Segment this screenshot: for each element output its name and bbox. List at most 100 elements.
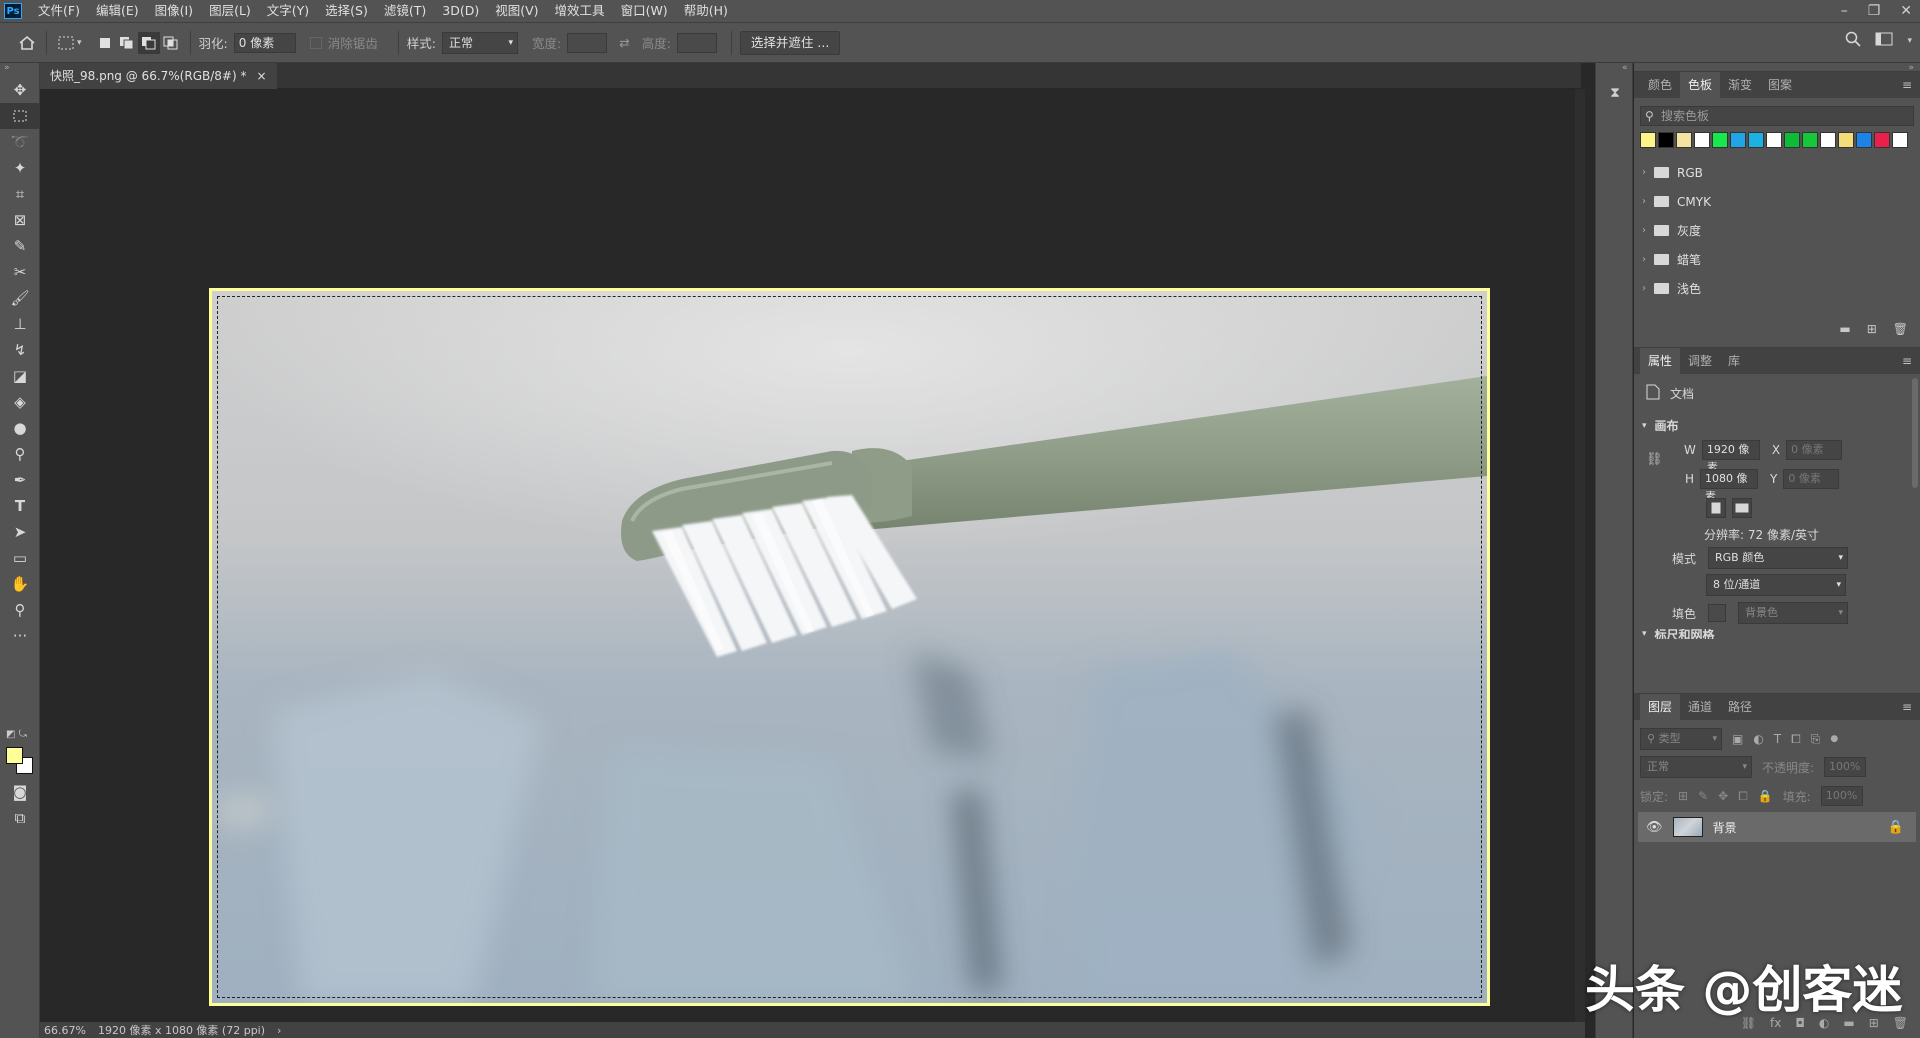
intersect-selection-icon[interactable] xyxy=(160,32,182,54)
lock-artboard-icon[interactable]: ⧠ xyxy=(1738,789,1748,804)
default-colors-icon[interactable]: ◩ ⤿ xyxy=(6,729,27,740)
add-selection-icon[interactable] xyxy=(116,32,138,54)
move-tool-icon[interactable]: ✥ xyxy=(0,77,40,103)
panel-menu-icon[interactable]: ≡ xyxy=(1902,78,1912,92)
tab-patterns[interactable]: 图案 xyxy=(1760,72,1800,98)
menu-item[interactable]: 帮助(H) xyxy=(676,0,736,22)
tab-paths[interactable]: 路径 xyxy=(1720,694,1760,720)
new-swatch-icon[interactable]: ⊞ xyxy=(1867,322,1877,336)
search-icon[interactable] xyxy=(1845,31,1862,50)
swatch-group-row[interactable]: › CMYK xyxy=(1634,187,1920,216)
properties-scrollbar[interactable] xyxy=(1912,378,1918,488)
feather-input[interactable]: 0 像素 xyxy=(233,32,296,53)
style-select[interactable]: 正常 ▾ xyxy=(441,31,518,54)
blend-mode-select[interactable]: 正常 ▾ xyxy=(1640,756,1752,778)
menu-item[interactable]: 文字(Y) xyxy=(259,0,317,22)
menu-item[interactable]: 滤镜(T) xyxy=(376,0,434,22)
tab-color[interactable]: 颜色 xyxy=(1640,72,1680,98)
dodge-tool-icon[interactable]: ⚲ xyxy=(0,441,40,467)
zoom-level[interactable]: 66.67% xyxy=(44,1024,86,1037)
chevron-right-icon[interactable]: › xyxy=(1642,167,1646,178)
path-selection-tool-icon[interactable]: ➤ xyxy=(0,519,40,545)
home-icon[interactable] xyxy=(16,32,38,54)
history-brush-tool-icon[interactable]: ↯ xyxy=(0,337,40,363)
document-tab[interactable]: 快照_98.png @ 66.7%(RGB/8#) * × xyxy=(40,63,277,89)
color-swatch[interactable] xyxy=(1820,132,1836,148)
chevron-right-icon[interactable]: › xyxy=(1642,196,1646,207)
swatch-group-row[interactable]: › 蜡笔 xyxy=(1634,245,1920,274)
color-swatch[interactable] xyxy=(1694,132,1710,148)
blur-tool-icon[interactable]: ● xyxy=(0,415,40,441)
subtract-selection-icon[interactable] xyxy=(137,31,160,54)
tab-properties[interactable]: 属性 xyxy=(1640,348,1681,374)
layer-lock-icon[interactable]: 🔒 xyxy=(1888,820,1904,835)
history-panel-icon[interactable]: ⧗ xyxy=(1605,85,1625,105)
new-group-icon[interactable]: ▬ xyxy=(1839,322,1850,336)
color-swatch[interactable] xyxy=(1802,132,1818,148)
color-swatch[interactable] xyxy=(1856,132,1872,148)
clone-stamp-tool-icon[interactable]: ⊥ xyxy=(0,311,40,337)
menu-item[interactable]: 图层(L) xyxy=(201,0,259,22)
crop-tool-icon[interactable]: ⌗ xyxy=(0,181,40,207)
paint-bucket-tool-icon[interactable]: ◈ xyxy=(0,389,40,415)
swap-icon[interactable]: ⇄ xyxy=(619,35,629,50)
color-swatch[interactable] xyxy=(1838,132,1854,148)
canvas-section-header[interactable]: ▾ 画布 xyxy=(1634,403,1920,434)
pen-tool-icon[interactable]: ✒ xyxy=(0,467,40,493)
antialias-checkbox[interactable] xyxy=(309,36,322,49)
color-swatch[interactable] xyxy=(1658,132,1674,148)
workspace-icon[interactable] xyxy=(1875,32,1893,49)
portrait-icon[interactable] xyxy=(1706,498,1726,518)
zoom-tool-icon[interactable]: ⚲ xyxy=(0,597,40,623)
color-mode-select[interactable]: RGB 颜色 ▾ xyxy=(1708,547,1849,569)
collapse-toolbar-icon[interactable]: » xyxy=(0,63,39,77)
type-filter-icon[interactable]: T xyxy=(1774,732,1781,746)
color-swatch[interactable] xyxy=(1874,132,1890,148)
canvas-width-field[interactable]: 1920 像素 xyxy=(1701,440,1760,474)
brush-tool-icon[interactable]: 🖌 xyxy=(0,285,40,311)
lock-all-icon[interactable]: 🔒 xyxy=(1758,789,1773,803)
more-tools-icon[interactable]: ··· xyxy=(0,623,40,649)
canvas-x-field[interactable]: 0 像素 xyxy=(1786,440,1843,460)
filter-toggle-icon[interactable]: ● xyxy=(1830,734,1838,744)
canvas-area[interactable] xyxy=(40,89,1575,1022)
canvas-vertical-scrollbar[interactable] xyxy=(1575,89,1585,1022)
tab-gradients[interactable]: 渐变 xyxy=(1720,72,1760,98)
chevron-right-icon[interactable]: › xyxy=(1642,283,1646,294)
screen-mode-icon[interactable]: ⧉ xyxy=(0,805,40,831)
new-selection-icon[interactable] xyxy=(94,32,116,54)
canvas-height-field[interactable]: 1080 像素 xyxy=(1700,469,1759,503)
minimize-icon[interactable]: – xyxy=(1841,3,1848,19)
lock-pixels-icon[interactable]: ✎ xyxy=(1698,789,1708,803)
color-swatch[interactable] xyxy=(1784,132,1800,148)
smart-object-filter-icon[interactable]: ⎘ xyxy=(1811,732,1821,747)
healing-brush-tool-icon[interactable]: ✂ xyxy=(0,259,40,285)
pixel-filter-icon[interactable]: ▣ xyxy=(1732,732,1743,746)
adjustment-filter-icon[interactable]: ◐ xyxy=(1753,732,1763,746)
swatch-search-input[interactable]: ⚲ 搜索色板 xyxy=(1640,106,1914,126)
landscape-icon[interactable] xyxy=(1732,498,1752,518)
rectangle-tool-icon[interactable]: ▭ xyxy=(0,545,40,571)
chevron-down-icon[interactable]: ▾ xyxy=(77,38,82,48)
menu-item[interactable]: 窗口(W) xyxy=(613,0,676,22)
rect-marquee-tool-icon[interactable] xyxy=(0,103,40,129)
restore-icon[interactable]: ❐ xyxy=(1868,3,1881,19)
color-swatch[interactable] xyxy=(1712,132,1728,148)
swatch-group-row[interactable]: › RGB xyxy=(1634,158,1920,187)
color-swatch[interactable] xyxy=(1766,132,1782,148)
width-input[interactable] xyxy=(567,32,608,53)
photoshop-logo[interactable]: Ps xyxy=(4,3,22,19)
link-dimensions-icon[interactable]: ⛓ xyxy=(1646,452,1663,467)
swatch-group-row[interactable]: › 灰度 xyxy=(1634,216,1920,245)
eyedropper-tool-icon[interactable]: ✎ xyxy=(0,233,40,259)
eraser-tool-icon[interactable]: ◪ xyxy=(0,363,40,389)
canvas-y-field[interactable]: 0 像素 xyxy=(1783,469,1840,489)
menu-item[interactable]: 文件(F) xyxy=(30,0,88,22)
lasso-tool-icon[interactable]: ➰ xyxy=(0,129,40,155)
rulers-section-header[interactable]: ▾ 标尺和网格 xyxy=(1642,629,1715,639)
select-and-mask-button[interactable]: 选择并遮住 ... xyxy=(739,30,841,55)
status-menu-arrow[interactable]: › xyxy=(277,1024,281,1037)
lock-transparent-icon[interactable]: ⊞ xyxy=(1678,789,1688,803)
layer-filter-select[interactable]: ⚲ 类型 ▾ xyxy=(1640,728,1722,750)
tab-adjustments[interactable]: 调整 xyxy=(1680,348,1720,374)
